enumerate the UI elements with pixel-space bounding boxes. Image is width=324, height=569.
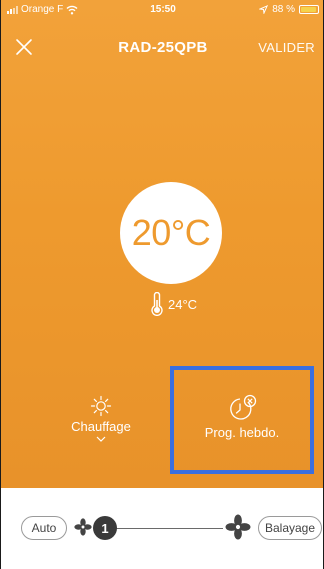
heating-label: Chauffage <box>71 419 131 434</box>
thermometer-icon <box>151 292 163 316</box>
fan-control-bar: Auto 1 Balayage <box>1 488 323 569</box>
battery-percent: 88 % <box>272 4 295 15</box>
setpoint-value: 20°C <box>131 212 211 253</box>
weekly-program-label: Prog. hebdo. <box>204 425 280 440</box>
fan-speed-knob[interactable]: 1 <box>93 516 117 540</box>
location-icon <box>259 5 269 14</box>
clock-cancel-icon <box>230 394 257 420</box>
temperature-setpoint[interactable]: 20°C <box>120 182 222 284</box>
weekly-program-button[interactable]: Prog. hebdo. <box>173 370 311 472</box>
fan-auto-button[interactable]: Auto <box>21 516 67 540</box>
fan-low-icon <box>74 518 92 536</box>
chevron-down-icon <box>96 436 106 442</box>
sun-icon <box>90 395 112 417</box>
fan-speed-track[interactable] <box>99 528 223 529</box>
validate-button[interactable]: VALIDER <box>258 40 315 55</box>
status-right: 88 % <box>259 4 319 15</box>
ambient-value: 24°C <box>168 296 198 312</box>
sweep-button[interactable]: Balayage <box>258 516 322 540</box>
mode-heating-button[interactable]: Chauffage <box>61 395 141 442</box>
header: RAD-25QPB VALIDER <box>1 30 323 64</box>
battery-icon <box>299 5 319 14</box>
app-screen: Orange F 15:50 88 % RAD-25QPB VALIDER 20… <box>0 0 324 569</box>
main-panel: Orange F 15:50 88 % RAD-25QPB VALIDER 20… <box>1 0 323 488</box>
fan-high-icon <box>225 514 251 540</box>
status-bar: Orange F 15:50 88 % <box>1 0 323 20</box>
ambient-temperature: 24°C <box>149 292 197 316</box>
